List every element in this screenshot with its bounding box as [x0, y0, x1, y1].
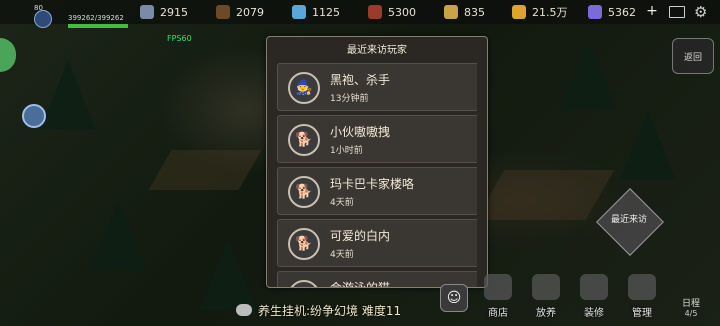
- chat-bubble-icon: [236, 304, 252, 316]
- recent-visitors-dialog: 最近来访玩家 🧙 黑袍、杀手 13分钟前 🐕 小伙嗷嗷拽 1小时前 🐕 玛卡巴卡家楼咯 4天前 🐕…: [266, 36, 488, 288]
- fps-counter: FPS60: [167, 34, 192, 43]
- visitor-row[interactable]: 🐕 小伙嗷嗷拽 1小时前: [277, 115, 477, 163]
- resource-ore[interactable]: 2915: [140, 4, 188, 20]
- add-diamond-button[interactable]: +: [645, 4, 659, 18]
- nav-pasture-button[interactable]: 放养: [526, 272, 566, 322]
- visitor-row[interactable]: 🐕 可爱的白内 4天前: [277, 219, 477, 267]
- recent-visitors-button[interactable]: 最近来访: [596, 188, 664, 256]
- shiba-dog-avatar-icon[interactable]: 🐕: [288, 176, 320, 208]
- visit-time: 13分钟前: [330, 94, 369, 104]
- chat-message: 养生挂机:纷争幻境 难度11: [258, 303, 402, 318]
- resource-value: 1125: [312, 5, 340, 19]
- visitor-row[interactable]: 🧙 黑袍、杀手 13分钟前: [277, 63, 477, 111]
- mail-icon[interactable]: [669, 6, 685, 18]
- wood-icon: [216, 5, 230, 19]
- decorate-icon: [580, 274, 608, 300]
- crystal-icon: [292, 5, 306, 19]
- ore-icon: [140, 5, 154, 19]
- visitor-name: 玛卡巴卡家楼咯: [330, 177, 415, 191]
- visitor-name: 小伙嗷嗷拽: [330, 125, 391, 139]
- resource-value: 5300: [388, 5, 416, 19]
- schedule-label: 日程: [681, 299, 700, 309]
- gear-icon[interactable]: ⚙: [694, 3, 707, 21]
- cat-avatar-icon[interactable]: 🐱: [288, 280, 320, 287]
- player-hp-fill: [68, 24, 128, 28]
- resource-value: 835: [464, 5, 485, 19]
- resource-wood[interactable]: 2079: [216, 4, 264, 20]
- globe-icon[interactable]: [22, 104, 46, 128]
- visitor-row[interactable]: 🐕 玛卡巴卡家楼咯 4天前: [277, 167, 477, 215]
- visitor-list[interactable]: 🧙 黑袍、杀手 13分钟前 🐕 小伙嗷嗷拽 1小时前 🐕 玛卡巴卡家楼咯 4天前 🐕 可爱的白内 4天…: [277, 63, 477, 287]
- visit-time: 4天前: [330, 198, 354, 208]
- feather-icon: [444, 5, 458, 19]
- recent-visitors-button-label: 最近来访: [610, 215, 647, 225]
- resource-chest[interactable]: 5300: [368, 4, 416, 20]
- resource-value: 5362: [608, 5, 636, 19]
- shiba-dog-avatar-icon[interactable]: 🐕: [288, 124, 320, 156]
- resource-value: 2079: [236, 5, 264, 19]
- hooded-player-avatar-icon[interactable]: 🧙: [288, 72, 320, 104]
- resource-gold-coin[interactable]: 21.5万: [512, 4, 568, 20]
- visit-time: 1小时前: [330, 146, 363, 156]
- visitor-name: 可爱的白内: [330, 229, 391, 243]
- nav-label: 商店: [488, 308, 508, 319]
- nav-label: 管理: [632, 308, 652, 319]
- shop-icon: [484, 274, 512, 300]
- resource-feather[interactable]: 835: [444, 4, 485, 20]
- resource-diamond[interactable]: 5362: [588, 4, 636, 20]
- diamond-icon: [588, 5, 602, 19]
- nav-decorate-button[interactable]: 装修: [574, 272, 614, 322]
- player-avatar[interactable]: [34, 10, 52, 28]
- player-hp-text: 399262/399262: [68, 14, 124, 22]
- resource-value: 2915: [160, 5, 188, 19]
- pasture-icon: [532, 274, 560, 300]
- nav-label: 装修: [584, 308, 604, 319]
- visit-time: 4天前: [330, 250, 354, 260]
- resource-value: 21.5万: [532, 6, 568, 19]
- player-hp-bar: [68, 24, 128, 28]
- visitor-name: 黑袍、杀手: [330, 73, 391, 87]
- chest-icon: [368, 5, 382, 19]
- chat-ticker[interactable]: 养生挂机:纷争幻境 难度11: [236, 300, 401, 320]
- dialog-title: 最近来访玩家: [347, 45, 407, 56]
- nav-shop-button[interactable]: 商店: [478, 272, 518, 322]
- gold-coin-icon: [512, 5, 526, 19]
- visitor-name: 会游泳的猫: [330, 279, 390, 287]
- back-button[interactable]: 返回: [672, 38, 714, 74]
- shiba-dog-avatar-icon[interactable]: 🐕: [288, 228, 320, 260]
- nav-manage-button[interactable]: 管理: [622, 272, 662, 322]
- resource-crystal[interactable]: 1125: [292, 4, 340, 20]
- schedule-count: 4/5: [684, 309, 698, 318]
- nav-label: 放养: [536, 308, 556, 319]
- manage-icon: [628, 274, 656, 300]
- emoji-icon[interactable]: ☺: [440, 284, 468, 312]
